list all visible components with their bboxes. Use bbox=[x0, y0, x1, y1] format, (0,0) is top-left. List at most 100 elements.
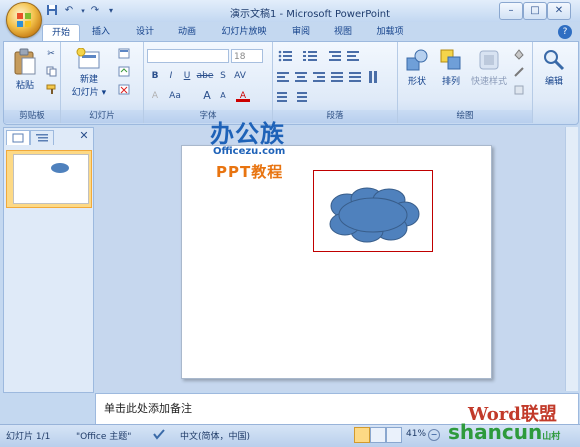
undo-icon[interactable]: ↶ bbox=[62, 4, 76, 18]
strikethrough-button[interactable]: abe bbox=[196, 70, 214, 82]
help-icon[interactable]: ? bbox=[558, 25, 572, 39]
font-color-button[interactable]: A bbox=[236, 90, 250, 102]
bullet-list-icons[interactable] bbox=[277, 49, 389, 63]
tab-addins[interactable]: 加载项 bbox=[368, 24, 412, 41]
arrange-button[interactable]: 排列 bbox=[434, 48, 468, 87]
slide-sorter-icon[interactable] bbox=[370, 427, 386, 443]
shapes-button[interactable]: 形状 bbox=[400, 48, 434, 87]
spell-check-icon[interactable] bbox=[152, 427, 166, 441]
tab-design[interactable]: 设计 bbox=[128, 24, 162, 41]
status-theme: "Office 主题" bbox=[76, 432, 132, 442]
italic-button[interactable]: I bbox=[164, 70, 178, 82]
clipboard-group: 粘贴 ✂ 剪贴板 bbox=[4, 42, 61, 123]
format-painter-icon[interactable] bbox=[44, 84, 58, 96]
change-case-button[interactable]: Aa bbox=[166, 90, 184, 102]
list-row bbox=[277, 49, 389, 63]
slide-thumbnail[interactable] bbox=[13, 154, 89, 204]
ribbon: 粘贴 ✂ 剪贴板 新建 幻灯片 ▾ 幻灯片 18 B I U abe S AV … bbox=[3, 41, 579, 125]
clear-format-button[interactable]: A bbox=[148, 90, 162, 102]
layout-icon[interactable] bbox=[117, 48, 131, 60]
align-row bbox=[277, 70, 389, 84]
clipboard-group-label: 剪贴板 bbox=[4, 110, 60, 123]
shape-outline-icon[interactable] bbox=[512, 66, 526, 78]
tab-review[interactable]: 审阅 bbox=[284, 24, 318, 41]
new-slide-label-2: 幻灯片 ▾ bbox=[71, 88, 107, 98]
copy-icon[interactable] bbox=[44, 66, 58, 78]
quick-styles-icon bbox=[479, 50, 499, 70]
arrange-icon bbox=[440, 49, 461, 70]
slides-tab-icon bbox=[12, 133, 24, 143]
text-direction-row bbox=[277, 90, 337, 104]
shape-effects-icon[interactable] bbox=[512, 84, 526, 96]
cut-icon[interactable]: ✂ bbox=[44, 48, 58, 60]
underline-button[interactable]: U bbox=[180, 70, 194, 82]
shape-fill-icon[interactable] bbox=[512, 48, 526, 60]
editing-button[interactable]: 编辑 bbox=[537, 48, 571, 87]
tab-slides-thumbnails[interactable] bbox=[6, 130, 30, 145]
watermark-logo-cn: 办公族 bbox=[210, 120, 285, 148]
status-slide-info: 幻灯片 1/1 bbox=[6, 432, 51, 442]
zoom-out-icon[interactable]: − bbox=[428, 429, 440, 441]
customize-qa-icon[interactable]: ▾ bbox=[104, 4, 118, 18]
corner-watermark-shancun-text: shancun bbox=[448, 420, 543, 444]
alignment-icons[interactable] bbox=[277, 70, 389, 84]
slides-group: 新建 幻灯片 ▾ 幻灯片 bbox=[61, 42, 144, 123]
paragraph-group-label: 段落 bbox=[273, 110, 397, 123]
corner-watermark-shancun: shancun山村 bbox=[448, 420, 560, 444]
tab-home[interactable]: 开始 bbox=[42, 24, 80, 42]
text-direction-icons[interactable] bbox=[277, 90, 337, 104]
tab-view[interactable]: 视图 bbox=[326, 24, 360, 41]
window-title: 演示文稿1 - Microsoft PowerPoint bbox=[229, 9, 391, 20]
vertical-scrollbar[interactable] bbox=[565, 127, 578, 391]
editing-label: 编辑 bbox=[544, 77, 563, 87]
tab-insert[interactable]: 插入 bbox=[84, 24, 118, 41]
editing-group: 编辑 bbox=[533, 42, 577, 123]
office-button[interactable] bbox=[6, 2, 42, 38]
find-icon bbox=[544, 50, 565, 71]
delete-slide-icon[interactable] bbox=[117, 84, 131, 96]
bold-button[interactable]: B bbox=[148, 70, 162, 82]
reset-slide-icon[interactable] bbox=[117, 66, 131, 78]
shrink-font-button[interactable]: A bbox=[216, 90, 230, 102]
tab-animations[interactable]: 动画 bbox=[170, 24, 204, 41]
save-icon[interactable] bbox=[45, 4, 59, 18]
paste-label: 粘贴 bbox=[15, 81, 34, 91]
tab-slideshow[interactable]: 幻灯片放映 bbox=[212, 24, 276, 41]
outline-tab-icon bbox=[36, 134, 48, 142]
font-size-field[interactable]: 18 bbox=[231, 49, 263, 63]
new-slide-button[interactable]: 新建 幻灯片 ▾ bbox=[69, 48, 109, 98]
grow-font-button[interactable]: A bbox=[200, 90, 214, 102]
office-logo-icon bbox=[17, 13, 31, 27]
zoom-level[interactable]: 41% bbox=[406, 429, 426, 439]
normal-view-icon[interactable] bbox=[354, 427, 370, 443]
font-name-field[interactable] bbox=[147, 49, 229, 63]
thumbnail-cloud-shape bbox=[51, 163, 69, 173]
watermark-url: Officezu.com bbox=[213, 146, 286, 157]
paste-button[interactable]: 粘贴 bbox=[8, 48, 42, 91]
quick-styles-button[interactable]: 快速样式 bbox=[468, 48, 510, 87]
close-button[interactable]: ✕ bbox=[547, 2, 571, 20]
paste-icon bbox=[14, 48, 36, 75]
close-pane-icon[interactable]: ✕ bbox=[78, 130, 90, 142]
notes-placeholder[interactable]: 单击此处添加备注 bbox=[104, 400, 192, 416]
minimize-button[interactable]: – bbox=[499, 2, 523, 20]
status-language: 中文(简体，中国) bbox=[180, 432, 251, 442]
new-slide-label: 新建 bbox=[79, 75, 98, 85]
drawing-group-label: 绘图 bbox=[398, 110, 532, 123]
paragraph-group: 段落 bbox=[273, 42, 398, 123]
quick-styles-label: 快速样式 bbox=[470, 77, 507, 87]
slideshow-view-icon[interactable] bbox=[386, 427, 402, 443]
shadow-button[interactable]: S bbox=[216, 70, 230, 82]
watermark-ppt-tutorial: PPT教程 bbox=[216, 163, 284, 181]
maximize-button[interactable]: □ bbox=[523, 2, 547, 20]
drawing-group: 形状 排列 快速样式 绘图 bbox=[398, 42, 533, 123]
redo-icon[interactable]: ↷ bbox=[88, 4, 102, 18]
cloud-shape[interactable] bbox=[325, 186, 421, 244]
tab-outline[interactable] bbox=[30, 130, 54, 145]
char-spacing-button[interactable]: AV bbox=[232, 70, 248, 82]
arrange-label: 排列 bbox=[441, 77, 460, 87]
shapes-label: 形状 bbox=[407, 77, 426, 87]
slides-group-label: 幻灯片 bbox=[61, 110, 143, 123]
new-slide-icon bbox=[76, 48, 100, 69]
shapes-icon bbox=[406, 49, 428, 71]
